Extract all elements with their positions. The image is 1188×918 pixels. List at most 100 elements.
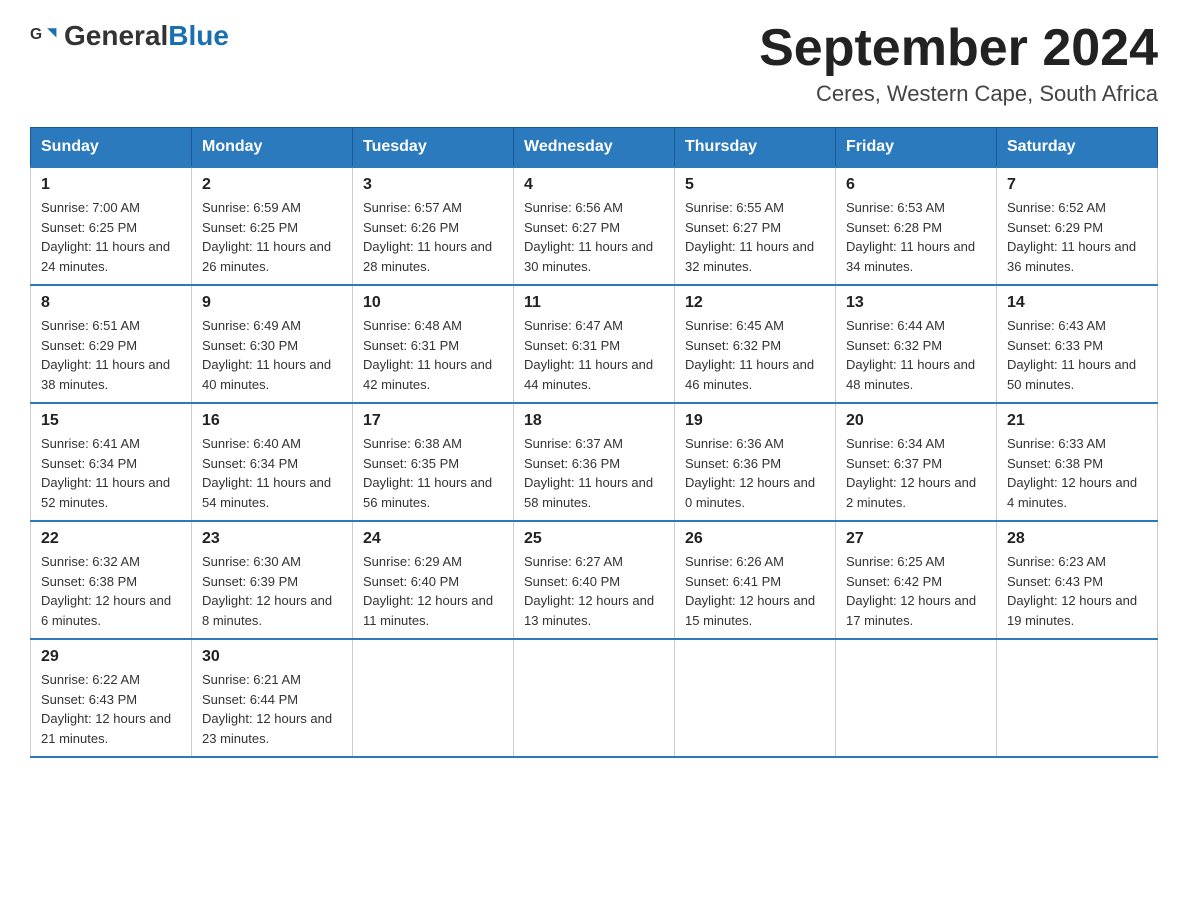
calendar-cell: 20 Sunrise: 6:34 AMSunset: 6:37 PMDaylig…: [836, 403, 997, 521]
day-info: Sunrise: 6:47 AMSunset: 6:31 PMDaylight:…: [524, 316, 664, 394]
day-number: 28: [1007, 530, 1147, 548]
day-info: Sunrise: 6:44 AMSunset: 6:32 PMDaylight:…: [846, 316, 986, 394]
day-number: 24: [363, 530, 503, 548]
location-title: Ceres, Western Cape, South Africa: [759, 81, 1158, 107]
calendar-cell: 28 Sunrise: 6:23 AMSunset: 6:43 PMDaylig…: [997, 521, 1158, 639]
calendar-cell: 5 Sunrise: 6:55 AMSunset: 6:27 PMDayligh…: [675, 167, 836, 285]
logo: G GeneralBlue: [30, 20, 229, 52]
day-info: Sunrise: 6:29 AMSunset: 6:40 PMDaylight:…: [363, 552, 503, 630]
day-number: 17: [363, 412, 503, 430]
day-info: Sunrise: 6:33 AMSunset: 6:38 PMDaylight:…: [1007, 434, 1147, 512]
day-info: Sunrise: 6:37 AMSunset: 6:36 PMDaylight:…: [524, 434, 664, 512]
calendar-header-row: SundayMondayTuesdayWednesdayThursdayFrid…: [31, 128, 1158, 168]
calendar-cell: 7 Sunrise: 6:52 AMSunset: 6:29 PMDayligh…: [997, 167, 1158, 285]
calendar-cell: 6 Sunrise: 6:53 AMSunset: 6:28 PMDayligh…: [836, 167, 997, 285]
col-header-sunday: Sunday: [31, 128, 192, 168]
day-number: 8: [41, 294, 181, 312]
calendar-cell: 26 Sunrise: 6:26 AMSunset: 6:41 PMDaylig…: [675, 521, 836, 639]
day-number: 11: [524, 294, 664, 312]
calendar-cell: 19 Sunrise: 6:36 AMSunset: 6:36 PMDaylig…: [675, 403, 836, 521]
calendar-cell: 3 Sunrise: 6:57 AMSunset: 6:26 PMDayligh…: [353, 167, 514, 285]
day-info: Sunrise: 6:23 AMSunset: 6:43 PMDaylight:…: [1007, 552, 1147, 630]
calendar-week-row: 22 Sunrise: 6:32 AMSunset: 6:38 PMDaylig…: [31, 521, 1158, 639]
day-number: 15: [41, 412, 181, 430]
day-number: 23: [202, 530, 342, 548]
day-info: Sunrise: 6:43 AMSunset: 6:33 PMDaylight:…: [1007, 316, 1147, 394]
calendar-cell: 25 Sunrise: 6:27 AMSunset: 6:40 PMDaylig…: [514, 521, 675, 639]
calendar-cell: [675, 639, 836, 757]
day-number: 6: [846, 176, 986, 194]
day-number: 27: [846, 530, 986, 548]
day-info: Sunrise: 6:53 AMSunset: 6:28 PMDaylight:…: [846, 198, 986, 276]
day-info: Sunrise: 6:26 AMSunset: 6:41 PMDaylight:…: [685, 552, 825, 630]
calendar-cell: [836, 639, 997, 757]
col-header-thursday: Thursday: [675, 128, 836, 168]
day-number: 1: [41, 176, 181, 194]
calendar-cell: 14 Sunrise: 6:43 AMSunset: 6:33 PMDaylig…: [997, 285, 1158, 403]
day-number: 9: [202, 294, 342, 312]
day-info: Sunrise: 6:25 AMSunset: 6:42 PMDaylight:…: [846, 552, 986, 630]
col-header-friday: Friday: [836, 128, 997, 168]
calendar-cell: 10 Sunrise: 6:48 AMSunset: 6:31 PMDaylig…: [353, 285, 514, 403]
day-number: 18: [524, 412, 664, 430]
day-info: Sunrise: 6:56 AMSunset: 6:27 PMDaylight:…: [524, 198, 664, 276]
day-info: Sunrise: 6:40 AMSunset: 6:34 PMDaylight:…: [202, 434, 342, 512]
calendar-cell: 4 Sunrise: 6:56 AMSunset: 6:27 PMDayligh…: [514, 167, 675, 285]
day-info: Sunrise: 6:27 AMSunset: 6:40 PMDaylight:…: [524, 552, 664, 630]
title-section: September 2024 Ceres, Western Cape, Sout…: [759, 20, 1158, 107]
day-number: 26: [685, 530, 825, 548]
calendar-cell: 17 Sunrise: 6:38 AMSunset: 6:35 PMDaylig…: [353, 403, 514, 521]
day-number: 19: [685, 412, 825, 430]
day-number: 5: [685, 176, 825, 194]
day-number: 14: [1007, 294, 1147, 312]
calendar-cell: 15 Sunrise: 6:41 AMSunset: 6:34 PMDaylig…: [31, 403, 192, 521]
svg-text:G: G: [30, 26, 42, 43]
calendar-cell: 12 Sunrise: 6:45 AMSunset: 6:32 PMDaylig…: [675, 285, 836, 403]
day-info: Sunrise: 6:57 AMSunset: 6:26 PMDaylight:…: [363, 198, 503, 276]
col-header-monday: Monday: [192, 128, 353, 168]
logo-blue: Blue: [168, 20, 229, 51]
calendar-cell: 24 Sunrise: 6:29 AMSunset: 6:40 PMDaylig…: [353, 521, 514, 639]
day-info: Sunrise: 6:32 AMSunset: 6:38 PMDaylight:…: [41, 552, 181, 630]
col-header-saturday: Saturday: [997, 128, 1158, 168]
calendar-week-row: 29 Sunrise: 6:22 AMSunset: 6:43 PMDaylig…: [31, 639, 1158, 757]
day-number: 4: [524, 176, 664, 194]
calendar-week-row: 8 Sunrise: 6:51 AMSunset: 6:29 PMDayligh…: [31, 285, 1158, 403]
day-info: Sunrise: 6:22 AMSunset: 6:43 PMDaylight:…: [41, 670, 181, 748]
calendar-cell: 16 Sunrise: 6:40 AMSunset: 6:34 PMDaylig…: [192, 403, 353, 521]
col-header-tuesday: Tuesday: [353, 128, 514, 168]
day-number: 13: [846, 294, 986, 312]
calendar-cell: 27 Sunrise: 6:25 AMSunset: 6:42 PMDaylig…: [836, 521, 997, 639]
calendar-cell: 30 Sunrise: 6:21 AMSunset: 6:44 PMDaylig…: [192, 639, 353, 757]
day-number: 7: [1007, 176, 1147, 194]
day-number: 20: [846, 412, 986, 430]
day-info: Sunrise: 6:49 AMSunset: 6:30 PMDaylight:…: [202, 316, 342, 394]
calendar-week-row: 15 Sunrise: 6:41 AMSunset: 6:34 PMDaylig…: [31, 403, 1158, 521]
day-number: 21: [1007, 412, 1147, 430]
day-number: 25: [524, 530, 664, 548]
day-number: 16: [202, 412, 342, 430]
calendar-cell: 23 Sunrise: 6:30 AMSunset: 6:39 PMDaylig…: [192, 521, 353, 639]
calendar-cell: 18 Sunrise: 6:37 AMSunset: 6:36 PMDaylig…: [514, 403, 675, 521]
calendar-cell: 21 Sunrise: 6:33 AMSunset: 6:38 PMDaylig…: [997, 403, 1158, 521]
day-number: 22: [41, 530, 181, 548]
day-number: 10: [363, 294, 503, 312]
day-info: Sunrise: 6:48 AMSunset: 6:31 PMDaylight:…: [363, 316, 503, 394]
calendar-cell: 2 Sunrise: 6:59 AMSunset: 6:25 PMDayligh…: [192, 167, 353, 285]
logo-icon: G: [30, 22, 58, 50]
calendar-cell: 11 Sunrise: 6:47 AMSunset: 6:31 PMDaylig…: [514, 285, 675, 403]
calendar-cell: 8 Sunrise: 6:51 AMSunset: 6:29 PMDayligh…: [31, 285, 192, 403]
day-number: 29: [41, 648, 181, 666]
day-info: Sunrise: 7:00 AMSunset: 6:25 PMDaylight:…: [41, 198, 181, 276]
day-info: Sunrise: 6:59 AMSunset: 6:25 PMDaylight:…: [202, 198, 342, 276]
day-info: Sunrise: 6:34 AMSunset: 6:37 PMDaylight:…: [846, 434, 986, 512]
calendar-cell: [997, 639, 1158, 757]
day-number: 3: [363, 176, 503, 194]
day-info: Sunrise: 6:41 AMSunset: 6:34 PMDaylight:…: [41, 434, 181, 512]
day-number: 2: [202, 176, 342, 194]
day-info: Sunrise: 6:45 AMSunset: 6:32 PMDaylight:…: [685, 316, 825, 394]
page-header: G GeneralBlue September 2024 Ceres, West…: [30, 20, 1158, 107]
day-info: Sunrise: 6:21 AMSunset: 6:44 PMDaylight:…: [202, 670, 342, 748]
day-info: Sunrise: 6:51 AMSunset: 6:29 PMDaylight:…: [41, 316, 181, 394]
calendar-cell: [353, 639, 514, 757]
